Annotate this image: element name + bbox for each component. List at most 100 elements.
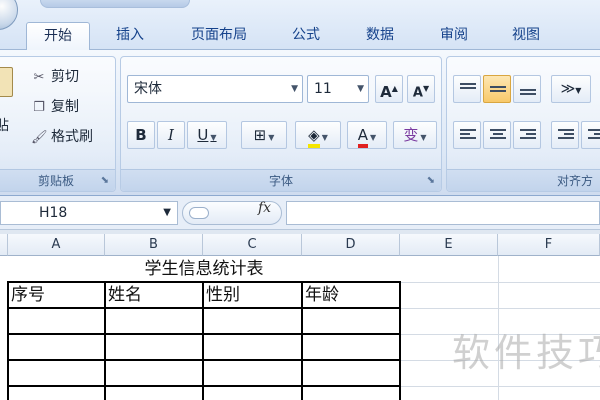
font-group: 宋体 ▼ 11 ▼ A▲ A▼ B I U ▼ ⊞ ▼ ◈ ▼ A ▼ 变 ▼ 字体 ⬊ [120,56,442,192]
formula-input[interactable] [286,201,600,225]
font-name-value: 宋体 [134,81,162,97]
formula-slider-icon[interactable] [189,207,209,219]
align-bottom-button[interactable] [513,75,541,103]
paint-bucket-icon: ◈ [308,126,320,148]
copy-label: 复制 [51,99,79,115]
brush-icon: 🖌 [31,130,48,145]
decrease-indent-button[interactable] [551,121,579,149]
gridline [400,282,600,283]
align-middle-icon [490,86,506,94]
align-middle-button[interactable] [483,75,511,103]
align-right-icon [520,129,536,141]
header-cell-age[interactable]: 年龄 [302,282,400,308]
gridline [400,308,600,309]
quick-access-toolbar [40,0,190,8]
clipboard-launcher-icon[interactable]: ⬊ [101,175,109,186]
alignment-group-label: 对齐方 [447,169,600,191]
align-center-button[interactable] [483,121,511,149]
chevron-down-icon: ▼ [420,133,427,142]
underline-label: U [197,126,209,144]
shrink-font-button[interactable]: A▼ [407,75,435,103]
tab-home[interactable]: 开始 [26,22,90,52]
table-border [399,281,401,400]
formula-bar: H18 ▼ fx [0,196,600,230]
tab-view[interactable]: 视图 [500,22,552,50]
orientation-icon: ≫ [560,81,576,97]
select-all-corner[interactable] [0,234,8,256]
italic-button[interactable]: I [157,121,185,149]
table-border [8,359,400,361]
table-border [301,281,303,400]
borders-button[interactable]: ⊞ ▼ [241,121,287,149]
header-cell-gender[interactable]: 性别 [203,282,302,308]
table-border [8,333,400,335]
format-painter-button[interactable]: 🖌 格式刷 [31,127,93,147]
alignment-group: ≫▼ 对齐方 [446,56,600,192]
tab-formulas[interactable]: 公式 [280,22,332,50]
table-border [202,281,204,400]
align-left-button[interactable] [453,121,481,149]
table-border [7,281,9,400]
paste-icon[interactable] [0,67,13,97]
tab-insert[interactable]: 插入 [104,22,156,50]
borders-icon: ⊞ [253,126,267,144]
bold-button[interactable]: B [127,121,155,149]
increase-indent-icon [588,129,600,141]
font-color-button[interactable]: A ▼ [347,121,387,149]
align-top-button[interactable] [453,75,481,103]
font-launcher-icon[interactable]: ⬊ [427,175,435,186]
underline-button[interactable]: U ▼ [187,121,227,149]
column-header-b[interactable]: B [105,234,203,256]
table-border [8,281,400,283]
tab-page-layout[interactable]: 页面布局 [176,22,262,50]
ribbon-body: 贴 ✂ 剪切 ❐ 复制 🖌 格式刷 剪贴板 ⬊ 宋体 ▼ 11 ▼ A▲ A▼ B I… [0,50,600,196]
chevron-down-icon: ▼ [268,133,275,142]
tab-review[interactable]: 审阅 [428,22,480,50]
align-center-icon [490,129,506,141]
ribbon-tab-bar: 开始 插入 页面布局 公式 数据 审阅 视图 [0,0,600,52]
orientation-button[interactable]: ≫▼ [551,75,591,103]
font-color-label: A [357,126,369,148]
fill-color-button[interactable]: ◈ ▼ [295,121,341,149]
copy-icon: ❐ [33,100,45,115]
cell-reference: H18 [39,205,68,221]
gridline [400,386,600,387]
align-bottom-icon [520,89,536,97]
cut-button[interactable]: ✂ 剪切 [31,67,79,87]
font-size-select[interactable]: 11 ▼ [307,75,369,103]
font-name-select[interactable]: 宋体 ▼ [127,75,303,103]
align-left-icon [460,129,476,141]
column-header-d[interactable]: D [302,234,400,256]
office-button[interactable] [0,0,18,30]
font-size-value: 11 [314,81,332,97]
tab-data[interactable]: 数据 [354,22,406,50]
scissors-icon: ✂ [33,70,45,85]
header-cell-seq[interactable]: 序号 [8,282,105,308]
phonetic-button[interactable]: 变 ▼ [393,121,437,149]
chevron-down-icon: ▼ [210,133,217,142]
column-header-e[interactable]: E [400,234,498,256]
name-box[interactable]: H18 ▼ [0,201,178,225]
chevron-down-icon: ▼ [163,207,171,218]
paste-button[interactable]: 贴 [0,115,9,135]
header-cell-name[interactable]: 姓名 [105,282,203,308]
chevron-down-icon: ▼ [321,133,328,142]
copy-button[interactable]: ❐ 复制 [31,97,79,117]
column-header-c[interactable]: C [203,234,302,256]
shrink-font-label: A [412,85,423,101]
insert-function-button[interactable]: fx [258,200,271,216]
grow-font-button[interactable]: A▲ [375,75,403,103]
chevron-down-icon: ▼ [370,133,377,142]
increase-indent-button[interactable] [581,121,600,149]
phonetic-label: 变 [403,126,419,144]
grow-font-label: A [380,83,392,101]
table-title-cell[interactable]: 学生信息统计表 [8,258,400,280]
align-right-button[interactable] [513,121,541,149]
column-header-a[interactable]: A [8,234,105,256]
table-border [8,307,400,309]
chevron-down-icon: ▼ [357,84,364,94]
table-border [8,385,400,387]
clipboard-group: 贴 ✂ 剪切 ❐ 复制 🖌 格式刷 剪贴板 ⬊ [0,56,116,192]
decrease-indent-icon [558,129,574,141]
column-header-f[interactable]: F [498,234,600,256]
